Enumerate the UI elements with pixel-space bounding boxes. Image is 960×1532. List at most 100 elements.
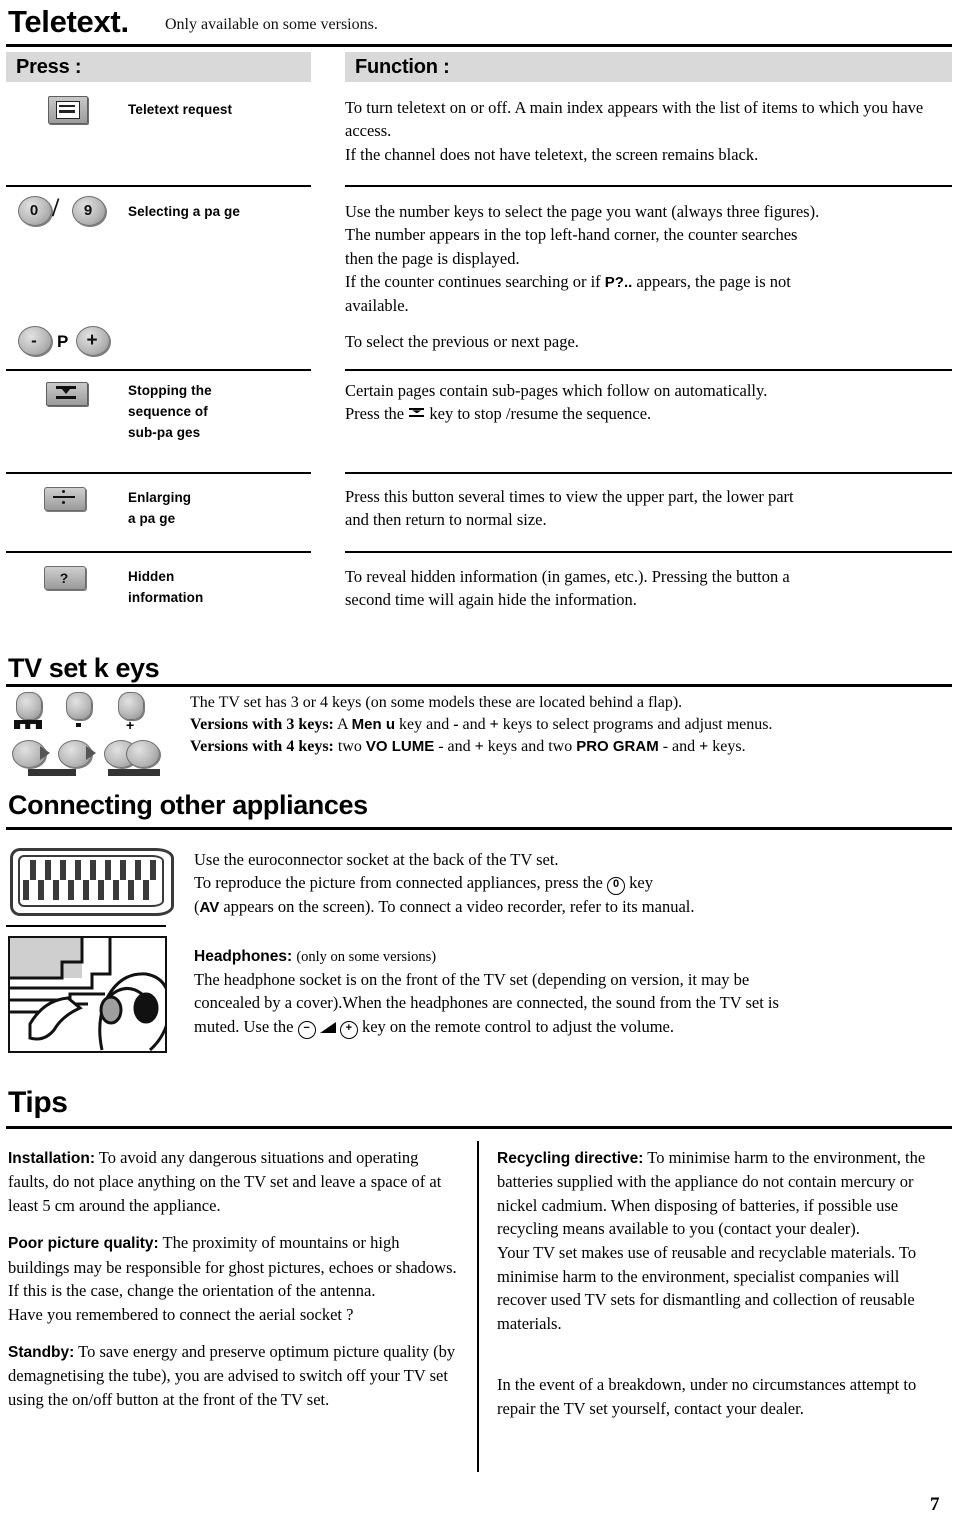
tv-keys-3-a: A	[333, 716, 352, 734]
tv-keys-4-c: keys and two	[483, 738, 577, 756]
function-line: Use the number keys to select the page y…	[345, 202, 820, 221]
tip-breakdown-body: In the event of a breakdown, under no ci…	[497, 1375, 917, 1418]
row-label-stopping-sequence: Stopping the sequence of sub-pa ges	[128, 381, 308, 444]
tv-keys-3-c: and	[458, 716, 490, 734]
zero-key-icon: 0	[607, 877, 626, 896]
tv-set-keys-description: The TV set has 3 or 4 keys (on some mode…	[190, 692, 952, 758]
program-plus-label: +	[699, 738, 709, 756]
row-divider-right-2	[345, 369, 952, 371]
headphones-line-1: The headphone socket is on the front of …	[194, 970, 750, 989]
tip-poor-picture-body2: Have you remembered to connect the aeria…	[8, 1304, 354, 1324]
row-label-teletext-request: Teletext request	[128, 102, 233, 117]
label-line: sequence of	[128, 403, 208, 419]
stop-subpage-inline-icon	[408, 406, 425, 421]
headphones-heading: Headphones:	[194, 948, 293, 965]
label-line: Stopping the	[128, 383, 212, 398]
row-function-previous-next-page: To select the previous or next page.	[345, 332, 579, 351]
tips-heading: Tips	[8, 1086, 68, 1119]
press-column-header-label: Press :	[16, 56, 82, 78]
tv-keys-4-b: - and	[434, 738, 475, 756]
tv-keys-line-1: The TV set has 3 or 4 keys (on some mode…	[190, 694, 683, 711]
row-function-selecting-a-page: Use the number keys to select the page y…	[345, 200, 957, 317]
headphones-description: Headphones: (only on some versions) The …	[194, 944, 952, 1039]
row-divider-left-2	[6, 369, 311, 371]
row-divider-left-4	[6, 551, 311, 553]
volume-triangle-icon	[319, 1021, 336, 1033]
plus-key-label: +	[489, 716, 499, 734]
program-key-label: PRO GRAM	[576, 738, 659, 756]
function-line-suffix: key to stop /resume the sequence.	[425, 404, 652, 424]
function-line-suffix: appears, the page is not	[632, 272, 791, 292]
function-line-prefix: If the counter continues searching or if	[345, 272, 605, 292]
function-line: The number appears in the top left-hand …	[345, 225, 798, 245]
function-line: Press this button several times to view …	[345, 487, 794, 506]
row-divider-left-1	[6, 185, 311, 187]
title-divider	[6, 44, 952, 47]
connecting-divider	[6, 827, 952, 830]
function-line: available.	[345, 295, 409, 315]
tip-installation-head: Installation:	[8, 1150, 95, 1167]
tip-recycling-directive: Recycling directive: To minimise harm to…	[497, 1146, 952, 1335]
row-function-teletext-request: To turn teletext on or off. A main index…	[345, 96, 955, 166]
row-label-selecting-a-page: Selecting a pa ge	[128, 204, 240, 219]
tips-right-column: Recycling directive: To minimise harm to…	[497, 1146, 952, 1435]
row-function-hidden-information: To reveal hidden information (in games, …	[345, 565, 957, 612]
function-column-header: Function :	[345, 52, 952, 82]
volume-plus-key-icon: +	[339, 1020, 358, 1039]
tv-keys-4-label: Versions with 4 keys:	[190, 738, 334, 756]
tips-divider	[6, 1126, 952, 1129]
headphones-line-2: concealed by a cover).When the headphone…	[194, 993, 779, 1013]
connecting-heading: Connecting other appliances	[8, 790, 368, 820]
tip-poor-picture-quality: Poor picture quality: The proximity of m…	[8, 1231, 458, 1326]
label-line: a pa ge	[128, 510, 176, 526]
tips-column-divider	[477, 1141, 479, 1472]
label-line: sub-pa ges	[128, 424, 201, 440]
connecting-description: Use the euroconnector socket at the back…	[194, 848, 954, 919]
tip-standby: Standby: To save energy and preserve opt…	[8, 1340, 458, 1411]
function-line: If the channel does not have teletext, t…	[345, 144, 759, 164]
row-label-hidden-information: Hidden information	[128, 567, 308, 609]
tip-breakdown: In the event of a breakdown, under no ci…	[497, 1373, 952, 1420]
connecting-line-2-post: key	[625, 873, 653, 893]
tv-keys-4-e: keys.	[708, 738, 746, 756]
page-title: Teletext.	[8, 4, 129, 39]
tip-recycling-head: Recycling directive:	[497, 1150, 644, 1167]
row-function-enlarging-a-page: Press this button several times to view …	[345, 485, 957, 532]
volume-key-label: VO LUME	[365, 738, 435, 756]
av-label: AV	[199, 899, 220, 917]
tv-keys-4-d: - and	[658, 738, 700, 756]
row-function-stopping-sequence: Certain pages contain sub-pages which fo…	[345, 379, 957, 426]
function-line-prefix: Press the	[345, 404, 409, 424]
function-column-header-label: Function :	[355, 56, 450, 78]
label-line: Hidden	[128, 569, 175, 584]
headphones-line-3-pre: muted. Use the	[194, 1016, 298, 1036]
function-line: and then return to normal size.	[345, 510, 547, 530]
headphones-divider	[6, 925, 166, 927]
tv-set-keys-heading: TV set k eys	[8, 653, 160, 683]
page-not-available-code: P?..	[604, 274, 633, 292]
tip-poor-picture-head: Poor picture quality:	[8, 1235, 159, 1253]
connecting-line-3-post: appears on the screen). To connect a vid…	[219, 897, 695, 917]
headphones-line-3-post: key on the remote control to adjust the …	[357, 1016, 674, 1036]
function-line: Certain pages contain sub-pages which fo…	[345, 381, 768, 400]
document-page: Teletext. Only available on some version…	[0, 0, 960, 1532]
row-divider-right-3	[345, 472, 952, 474]
headphones-note: (only on some versions)	[296, 949, 437, 965]
tv-keys-3-d: keys to select programs and adjust menus…	[498, 716, 773, 734]
tv-keys-3-label: Versions with 3 keys:	[190, 716, 334, 734]
connecting-line-1: Use the euroconnector socket at the back…	[194, 850, 559, 869]
label-line: Enlarging	[128, 490, 192, 505]
connecting-line-2-pre: To reproduce the picture from connected …	[194, 873, 608, 893]
tv-keys-3-b: key and	[395, 716, 454, 734]
function-line: second time will again hide the informat…	[345, 590, 637, 610]
function-line: then the page is displayed.	[345, 248, 520, 268]
tip-standby-head: Standby:	[8, 1344, 75, 1362]
row-divider-right-1	[345, 185, 952, 187]
function-line: To reveal hidden information (in games, …	[345, 567, 790, 586]
press-column-header: Press :	[6, 52, 311, 82]
tip-standby-body: To save energy and preserve optimum pict…	[8, 1342, 456, 1410]
volume-plus-label: +	[474, 738, 484, 756]
label-line: information	[128, 589, 204, 605]
row-divider-right-4	[345, 551, 952, 553]
volume-minus-key-icon: −	[297, 1020, 316, 1039]
